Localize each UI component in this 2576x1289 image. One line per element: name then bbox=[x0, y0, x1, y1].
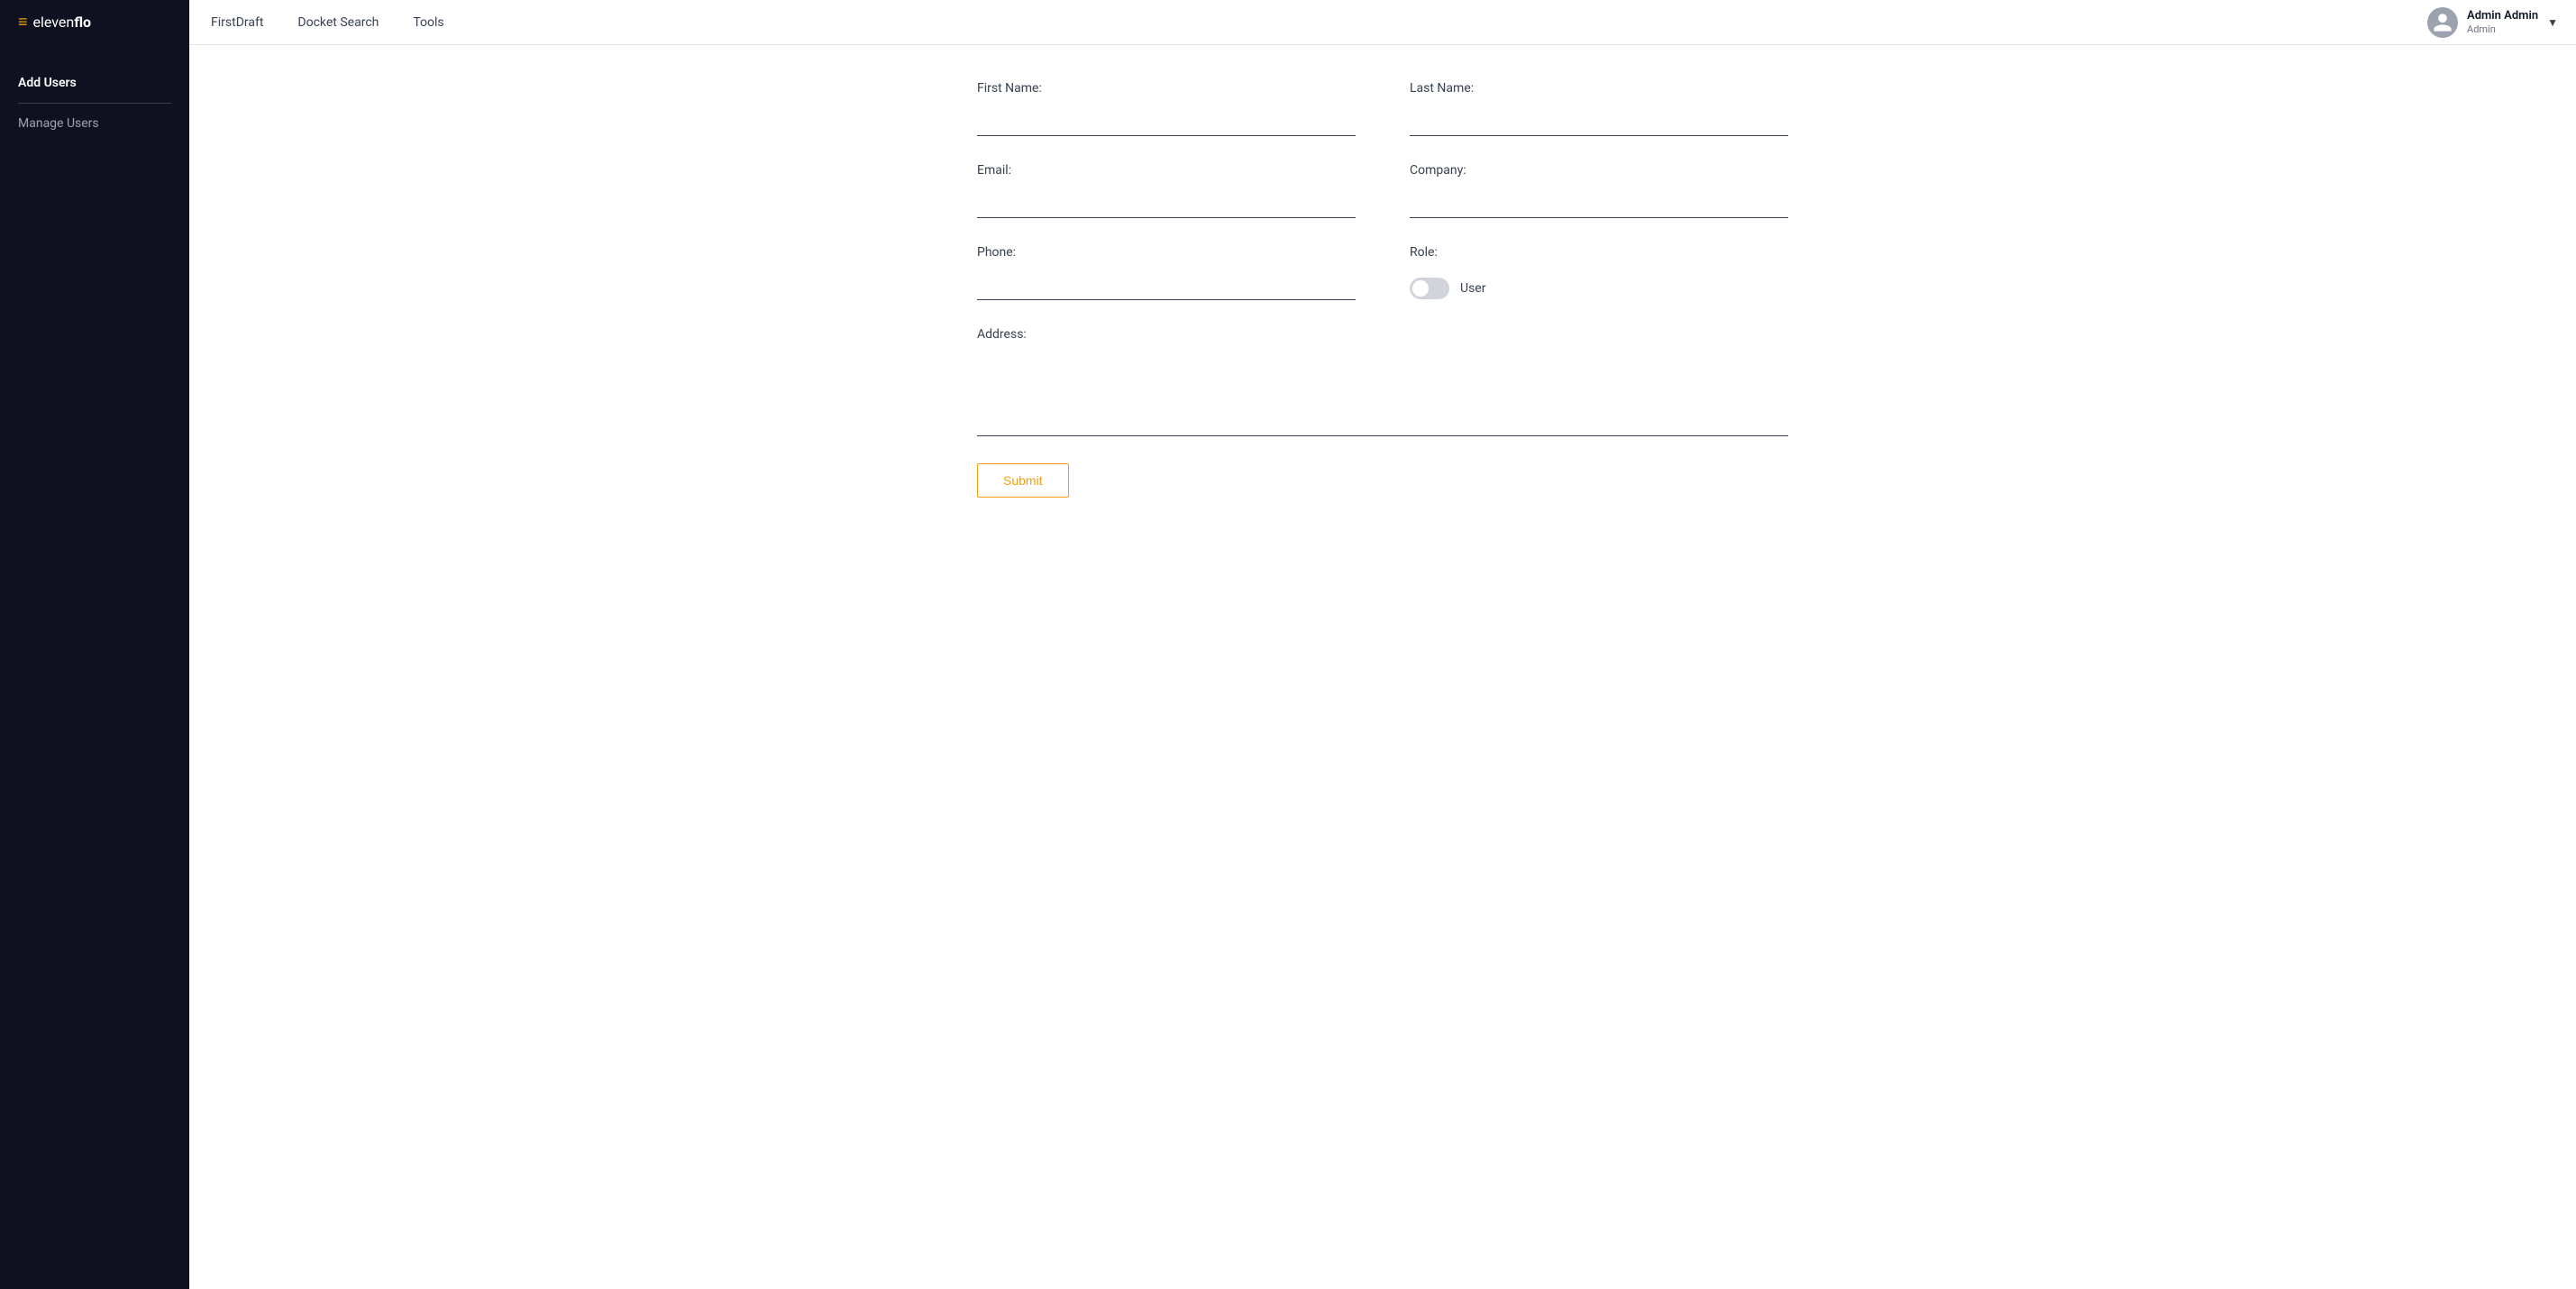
role-toggle[interactable] bbox=[1410, 278, 1449, 299]
avatar bbox=[2427, 7, 2458, 38]
toggle-slider bbox=[1410, 278, 1449, 299]
company-label: Company: bbox=[1410, 163, 1788, 178]
last-name-field: Last Name: bbox=[1410, 81, 1788, 136]
user-name: Admin Admin bbox=[2467, 9, 2538, 23]
main-layout: Add Users Manage Users First Name: Last … bbox=[0, 45, 2576, 1289]
logo-area: ≡ elevenflo bbox=[0, 0, 189, 45]
role-toggle-container: User bbox=[1410, 278, 1788, 299]
nav-links: FirstDraft Docket Search Tools bbox=[207, 15, 448, 30]
user-area[interactable]: Admin Admin Admin ▼ bbox=[2427, 7, 2558, 38]
form-row-name: First Name: Last Name: bbox=[977, 81, 1788, 136]
last-name-input[interactable] bbox=[1410, 114, 1788, 136]
email-input[interactable] bbox=[977, 196, 1356, 218]
logo-icon: ≡ bbox=[18, 13, 28, 32]
top-navigation: ≡ elevenflo FirstDraft Docket Search Too… bbox=[0, 0, 2576, 45]
phone-label: Phone: bbox=[977, 245, 1356, 260]
role-field: Role: User bbox=[1410, 245, 1788, 300]
user-info: Admin Admin Admin bbox=[2467, 9, 2538, 35]
submit-button[interactable]: Submit bbox=[977, 463, 1069, 498]
company-field: Company: bbox=[1410, 163, 1788, 218]
nav-link-tools[interactable]: Tools bbox=[409, 15, 447, 30]
sidebar-divider bbox=[18, 103, 171, 104]
manage-users-link[interactable]: Manage Users bbox=[18, 113, 171, 134]
first-name-field: First Name: bbox=[977, 81, 1356, 136]
role-toggle-label: User bbox=[1460, 281, 1485, 296]
nav-link-firstdraft[interactable]: FirstDraft bbox=[207, 15, 267, 30]
chevron-down-icon: ▼ bbox=[2547, 16, 2558, 29]
form-row-email-company: Email: Company: bbox=[977, 163, 1788, 218]
address-field: Address: bbox=[977, 327, 1788, 436]
address-label: Address: bbox=[977, 327, 1788, 342]
email-label: Email: bbox=[977, 163, 1356, 178]
company-input[interactable] bbox=[1410, 196, 1788, 218]
sidebar-item-add-users[interactable]: Add Users bbox=[18, 72, 171, 94]
last-name-label: Last Name: bbox=[1410, 81, 1788, 96]
first-name-label: First Name: bbox=[977, 81, 1356, 96]
logo-text: elevenflo bbox=[33, 14, 92, 31]
form-container: First Name: Last Name: Email: Company: bbox=[977, 81, 1788, 498]
sidebar-item-manage-users[interactable]: Manage Users bbox=[18, 113, 171, 134]
phone-field: Phone: bbox=[977, 245, 1356, 300]
submit-row: Submit bbox=[977, 463, 1788, 498]
role-label: Role: bbox=[1410, 245, 1788, 260]
sidebar: Add Users Manage Users bbox=[0, 45, 189, 1289]
email-field: Email: bbox=[977, 163, 1356, 218]
form-row-phone-role: Phone: Role: User bbox=[977, 245, 1788, 300]
add-users-link[interactable]: Add Users bbox=[18, 72, 171, 94]
content-area: First Name: Last Name: Email: Company: bbox=[189, 45, 2576, 1289]
address-input[interactable] bbox=[977, 414, 1788, 436]
user-role: Admin bbox=[2467, 23, 2538, 35]
phone-input[interactable] bbox=[977, 278, 1356, 300]
first-name-input[interactable] bbox=[977, 114, 1356, 136]
nav-link-docketsearch[interactable]: Docket Search bbox=[294, 15, 382, 30]
form-row-address: Address: bbox=[977, 327, 1788, 436]
